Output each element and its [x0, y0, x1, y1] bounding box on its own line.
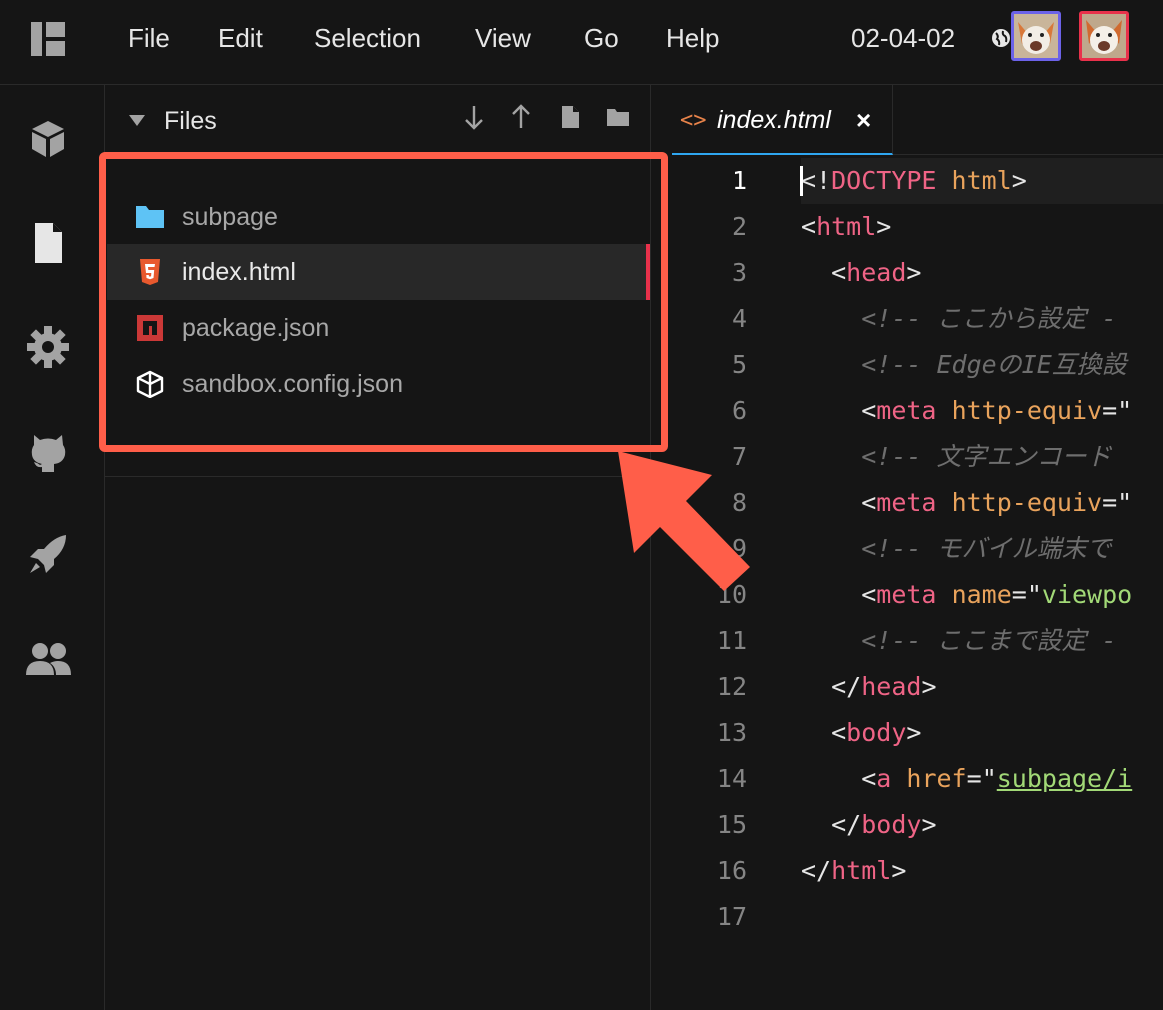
line-number: 3 [731, 258, 747, 287]
download-icon[interactable] [460, 103, 488, 131]
menu-go[interactable]: Go [584, 22, 619, 54]
line-number: 1 [731, 166, 747, 195]
fox-avatar-icon [1082, 14, 1126, 58]
code-line[interactable]: <!DOCTYPE html> [801, 158, 1027, 204]
line-number: 2 [731, 212, 747, 241]
menu-selection[interactable]: Selection [314, 22, 421, 54]
code-line[interactable]: <!-- ここまで設定 - [801, 618, 1116, 664]
line-number: 5 [731, 350, 747, 379]
fox-avatar-icon [1014, 14, 1058, 58]
file-item-index-html[interactable]: index.html [107, 244, 650, 300]
tab-index-html[interactable]: <> index.html × [672, 85, 893, 155]
gear-icon[interactable] [24, 323, 72, 371]
file-name: subpage [182, 203, 278, 231]
codesandbox-logo-icon[interactable] [31, 22, 65, 56]
menu-edit[interactable]: Edit [218, 22, 263, 54]
line-number: 8 [731, 488, 747, 517]
line-number: 16 [716, 856, 747, 885]
folder-icon [136, 206, 164, 228]
code-line[interactable]: </html> [801, 848, 906, 894]
team-icon[interactable] [24, 635, 72, 683]
file-name: package.json [182, 314, 330, 342]
line-number: 15 [716, 810, 747, 839]
file-explorer: Files subpage index.html package.json sa… [105, 85, 651, 1010]
new-file-icon[interactable] [556, 103, 584, 131]
line-number: 4 [731, 304, 747, 333]
code-line[interactable]: <!-- 文字エンコード [801, 434, 1111, 480]
text-cursor [800, 166, 803, 196]
line-number: 6 [731, 396, 747, 425]
user-avatar[interactable] [1079, 11, 1129, 61]
project-name[interactable]: 02-04-02 [851, 22, 955, 54]
line-number: 12 [716, 672, 747, 701]
html5-icon [140, 259, 160, 285]
code-line[interactable]: <body> [801, 710, 921, 756]
codesandbox-icon [136, 370, 164, 398]
line-number: 10 [716, 580, 747, 609]
globe-icon[interactable] [991, 28, 1011, 48]
code-line[interactable]: <!-- モバイル端末で [801, 526, 1111, 572]
code-line[interactable]: <meta http-equiv=" [801, 388, 1132, 434]
code-line[interactable]: <!-- ここから設定 - [801, 296, 1116, 342]
line-number: 14 [716, 764, 747, 793]
close-icon[interactable]: × [856, 105, 871, 135]
explorer-header[interactable]: Files [105, 85, 650, 155]
code-brackets-icon: <> [680, 108, 707, 133]
explorer-divider [105, 476, 650, 477]
line-number: 7 [731, 442, 747, 471]
caret-down-icon[interactable] [129, 115, 145, 127]
line-number: 17 [716, 902, 747, 931]
npm-icon [137, 315, 163, 341]
activity-bar [0, 85, 105, 1010]
file-icon[interactable] [24, 219, 72, 267]
code-line[interactable]: <meta http-equiv=" [801, 480, 1132, 526]
code-editor[interactable]: 1 <!DOCTYPE html> 2 <html> 3 <head> 4 <!-- ここ… [651, 155, 1163, 1010]
code-line[interactable]: <meta name="viewpo [801, 572, 1132, 618]
explorer-title: Files [164, 107, 217, 135]
file-item-sandbox-config[interactable]: sandbox.config.json [107, 356, 650, 412]
code-line[interactable]: <html> [801, 204, 891, 250]
code-line[interactable]: </body> [801, 802, 936, 848]
upload-icon[interactable] [507, 103, 535, 131]
menu-view[interactable]: View [475, 22, 531, 54]
github-icon[interactable] [24, 427, 72, 475]
code-line[interactable]: </head> [801, 664, 936, 710]
line-number: 13 [716, 718, 747, 747]
cube-icon[interactable] [24, 115, 72, 163]
rocket-icon[interactable] [24, 531, 72, 579]
code-line[interactable]: <head> [801, 250, 921, 296]
menu-file[interactable]: File [128, 22, 170, 54]
line-number: 11 [716, 626, 747, 655]
code-line[interactable]: <!-- EdgeのIE互換設 [801, 342, 1127, 388]
editor-tab-bar: <> index.html × [651, 85, 1163, 155]
line-number: 9 [731, 534, 747, 563]
tab-label: index.html [717, 106, 831, 134]
file-name: sandbox.config.json [182, 370, 403, 398]
code-line[interactable]: <a href="subpage/i [801, 756, 1132, 802]
new-folder-icon[interactable] [604, 103, 632, 131]
file-item-subpage[interactable]: subpage [107, 189, 650, 245]
menu-bar: File Edit Selection View Go Help 02-04-02 [0, 0, 1163, 85]
file-name: index.html [182, 258, 296, 286]
collaborator-avatar[interactable] [1011, 11, 1061, 61]
menu-help[interactable]: Help [666, 22, 719, 54]
file-item-package-json[interactable]: package.json [107, 300, 650, 356]
